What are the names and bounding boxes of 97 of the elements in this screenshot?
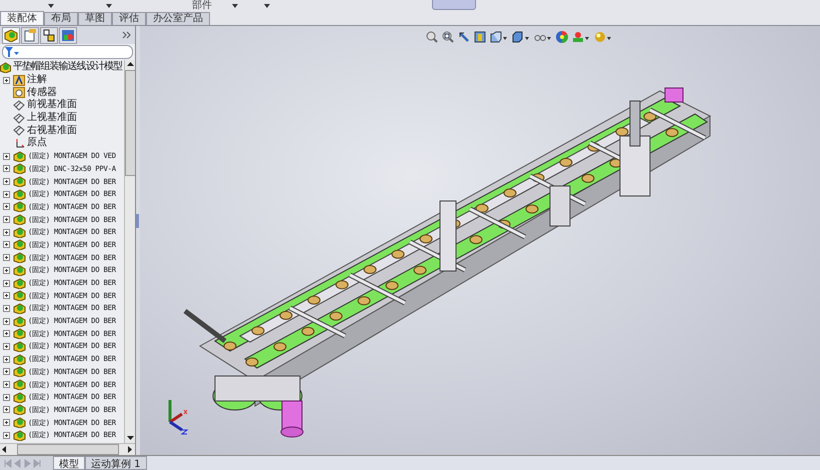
part-icon [13,392,26,403]
part-icon [13,252,26,264]
model-tab[interactable]: 模型 [53,456,85,470]
part-icon [13,278,26,289]
expand-icon[interactable] [3,381,10,388]
expand-icon[interactable] [3,216,10,224]
plane-icon [13,112,25,124]
caret-icon[interactable] [264,4,270,8]
scroll-down-icon[interactable] [126,436,134,441]
expand-icon[interactable] [3,254,10,262]
tree-item[interactable]: 原点 [27,137,47,150]
expand-icon[interactable] [3,178,10,186]
tree-item[interactable]: 右视基准面 [27,124,77,137]
cube-icon[interactable] [512,31,530,43]
expand-icon[interactable] [3,304,10,312]
plane-icon [13,100,25,111]
ribbon-tab[interactable]: 布局 [44,12,78,25]
expand-icon[interactable] [3,406,10,414]
annotation-folder-icon [13,74,25,86]
expand-icon[interactable] [3,228,10,236]
splitter-handle[interactable] [136,214,139,228]
part-icon [13,201,26,212]
configuration-tab[interactable] [40,26,58,44]
part-icon [13,176,26,188]
scroll-left-icon[interactable] [2,446,7,453]
feature-tree-tab[interactable] [2,26,20,44]
caret-icon[interactable] [48,4,54,8]
expand-icon[interactable] [3,152,10,160]
expand-icon[interactable] [3,203,10,210]
caret-icon[interactable] [232,4,238,8]
tree-item[interactable]: 注解 [27,74,47,86]
expand-icon[interactable] [3,342,10,350]
property-tab[interactable] [21,26,39,44]
part-icon [13,150,26,162]
part-icon [13,366,26,378]
plane-icon [13,125,25,136]
part-icon [13,163,26,174]
part-icon [13,379,26,390]
expand-icon[interactable] [3,318,10,325]
graphics-area[interactable] [140,26,820,455]
expand-icon[interactable] [3,356,10,363]
scroll-right-icon[interactable] [128,446,133,453]
part-icon [13,316,26,327]
horizontal-scrollbar[interactable] [0,443,135,455]
scroll-up-icon[interactable] [126,62,134,67]
expand-icon[interactable] [3,330,10,338]
tree-item[interactable]: 平垫帽组装输送线设计模型 [13,61,122,74]
section-view-icon[interactable] [474,31,486,43]
part-icon [13,226,26,238]
tree-item[interactable]: 传感器 [27,86,57,99]
part-icon [13,354,26,365]
zoom-fit-icon[interactable] [426,31,438,43]
part-icon [13,328,26,340]
vertical-scrollbar[interactable] [124,60,135,443]
part-icon [13,340,26,352]
color-wheel-icon[interactable] [556,31,568,43]
scroll-thumb[interactable] [16,444,118,455]
part-icon [13,264,26,276]
sensor-folder-icon [13,87,25,98]
caret-icon[interactable] [106,4,112,8]
scene-icon[interactable] [572,31,590,43]
ribbon-tab[interactable]: 评估 [112,12,146,25]
ribbon-tab[interactable]: 装配体 [0,11,44,25]
expand-icon[interactable] [3,241,10,248]
sphere-icon[interactable] [594,31,612,43]
model-tab[interactable]: 运动算例 1 [85,456,147,470]
filter-field[interactable] [2,45,133,59]
expand-icon[interactable] [3,419,10,426]
chevron-icon[interactable] [122,31,131,39]
ribbon-tab[interactable]: 办公室产品 [146,12,210,25]
expand-icon[interactable] [3,190,10,198]
scroll-thumb[interactable] [124,70,135,176]
part-icon [13,188,26,200]
expand-icon[interactable] [3,394,10,401]
part-icon [13,417,26,428]
part-icon [13,430,26,441]
expand-icon[interactable] [3,432,10,439]
assembly-icon [0,62,11,73]
zoom-area-icon[interactable] [442,31,454,43]
previous-view-icon[interactable] [458,31,470,43]
display-tab[interactable] [59,26,77,44]
ribbon-tab[interactable]: 草图 [78,12,112,25]
part-icon [13,290,26,302]
tree-item[interactable]: 前视基准面 [27,99,77,112]
expand-icon[interactable] [3,165,10,172]
expand-icon[interactable] [3,76,10,84]
expand-icon[interactable] [3,292,10,300]
view-orientation-icon[interactable] [490,31,508,43]
tree-item[interactable]: 上视基准面 [27,112,77,124]
expand-icon[interactable] [3,266,10,274]
part-icon [13,214,26,226]
part-icon [13,404,26,416]
part-icon [13,302,26,314]
expand-icon[interactable] [3,368,10,376]
part-icon [13,239,26,250]
expand-icon[interactable] [3,280,10,287]
filter-icon[interactable] [5,47,19,57]
